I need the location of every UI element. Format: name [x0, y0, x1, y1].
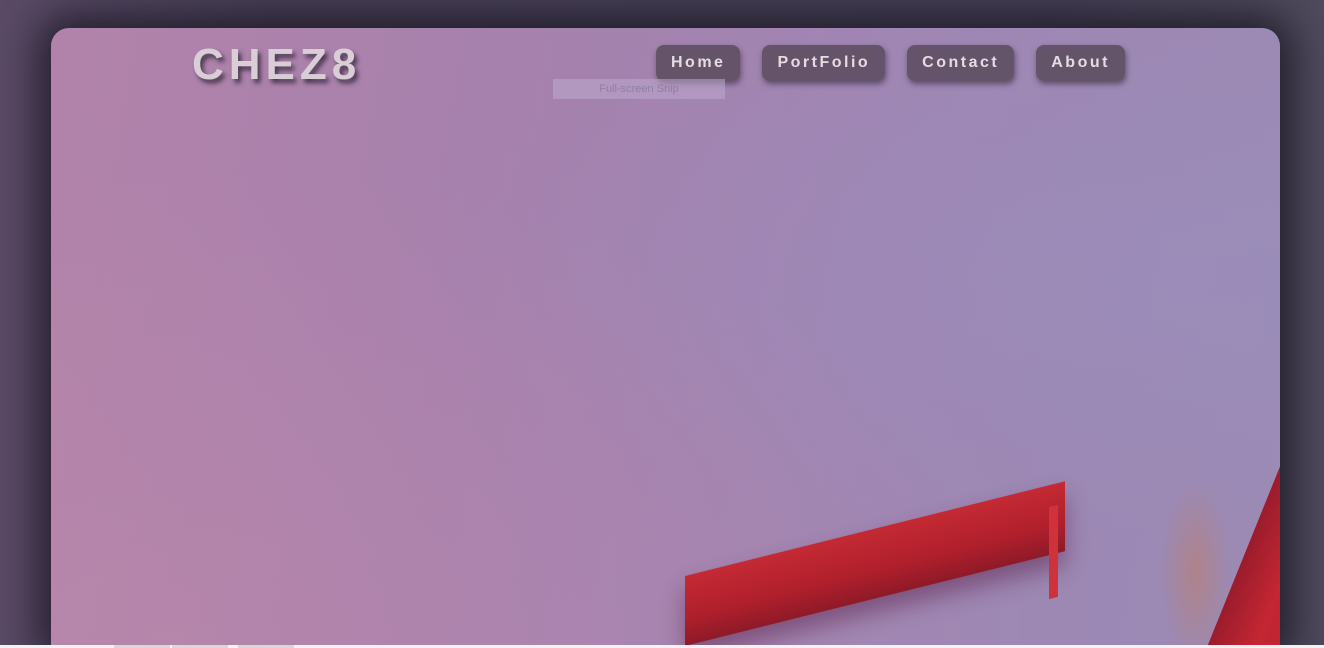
nav-portfolio-button[interactable]: PortFolio: [762, 45, 886, 81]
nav-home-button[interactable]: Home: [656, 45, 741, 81]
site-logo[interactable]: CHEZ8: [192, 40, 361, 90]
main-nav: Home PortFolio Contact About: [656, 45, 1125, 81]
nav-contact-button[interactable]: Contact: [907, 45, 1015, 81]
snip-tooltip: Full-screen Snip: [553, 79, 725, 99]
hero-red-bar-end-face: [1049, 504, 1058, 600]
hero-card: CHEZ8 Home PortFolio Contact About Full-…: [51, 28, 1280, 648]
nav-about-button[interactable]: About: [1036, 45, 1125, 81]
hero-background-image: [51, 28, 1280, 648]
